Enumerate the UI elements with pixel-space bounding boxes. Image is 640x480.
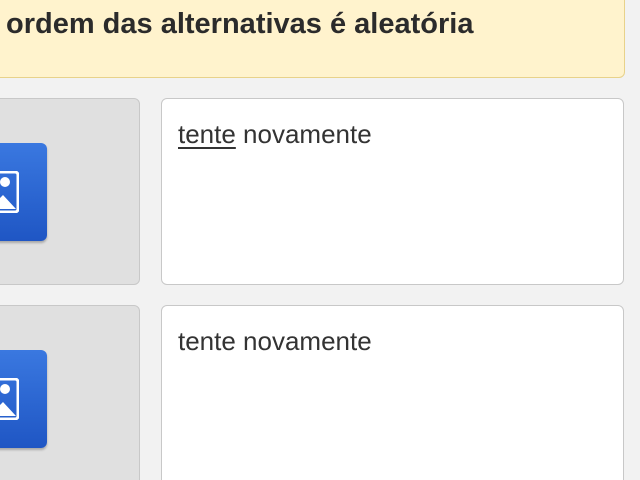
answer-text-1: tente novamente: [178, 119, 372, 150]
info-banner-text: ordem das alternativas é aleatória: [6, 8, 474, 40]
add-image-button-2[interactable]: [0, 350, 47, 448]
answer-word-1: tente: [178, 326, 236, 356]
info-banner: ordem das alternativas é aleatória: [0, 0, 625, 78]
answer-text-rest: novamente: [235, 326, 372, 356]
quiz-screen: ordem das alternativas é aleatória tente…: [0, 0, 640, 480]
answer-box-1[interactable]: tente novamente: [161, 98, 624, 285]
answer-box-2[interactable]: tente novamente: [161, 305, 624, 480]
image-slot-1[interactable]: [0, 98, 140, 285]
misspelled-word: tente: [178, 119, 236, 149]
image-slot-2[interactable]: [0, 305, 140, 480]
image-icon: [0, 378, 19, 420]
answer-text-2: tente novamente: [178, 326, 372, 357]
image-icon: [0, 171, 19, 213]
add-image-button-1[interactable]: [0, 143, 47, 241]
answer-text-rest: novamente: [235, 119, 372, 149]
